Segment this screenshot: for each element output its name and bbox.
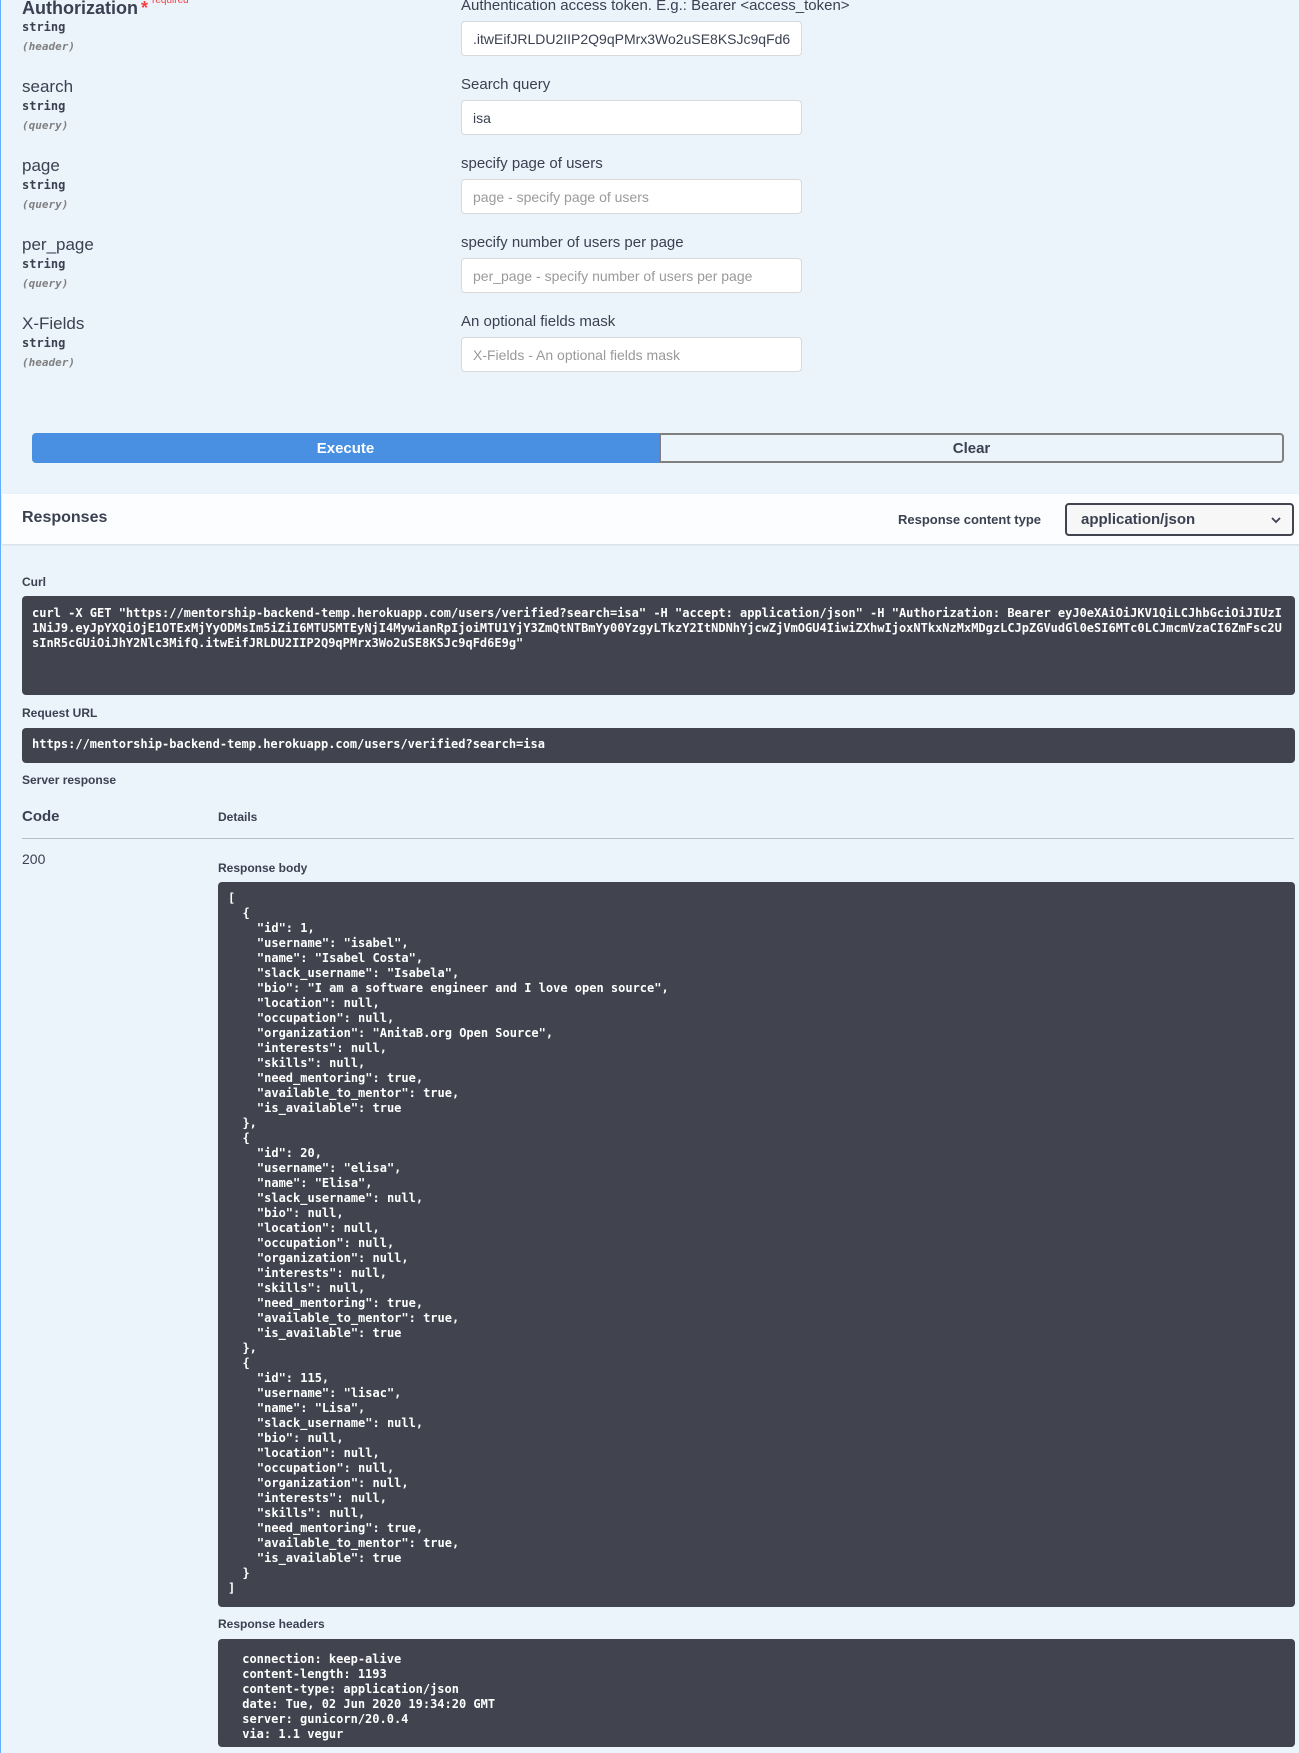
x-fields-input[interactable] <box>461 337 802 372</box>
parameters-table: Authorization * required string (header) A… <box>1 0 1299 400</box>
param-description: specify number of users per page <box>461 234 684 251</box>
status-code: 200 <box>22 851 46 867</box>
request-url[interactable]: https://mentorship-backend-temp.herokuap… <box>22 728 1295 763</box>
param-type: string <box>22 336 66 350</box>
response-body-label: Response body <box>218 861 308 875</box>
response-headers[interactable]: connection: keep-alive content-length: 1… <box>218 1639 1295 1747</box>
param-row-page: page string (query) specify page of user… <box>22 155 1282 235</box>
param-type: string <box>22 178 66 192</box>
search-input[interactable] <box>461 100 802 135</box>
required-star: * <box>140 0 148 18</box>
param-description: specify page of users <box>461 155 603 172</box>
operation-panel: Authorization * required string (header) A… <box>0 0 1299 1753</box>
table-divider <box>22 838 1294 839</box>
param-type: string <box>22 257 66 271</box>
curl-command[interactable]: curl -X GET "https://mentorship-backend-… <box>22 596 1295 695</box>
curl-label: Curl <box>22 575 46 589</box>
content-type-value: application/json <box>1081 511 1196 528</box>
content-type-select[interactable]: application/json <box>1065 503 1294 536</box>
content-type-label: Response content type <box>898 512 1042 527</box>
response-headers-label: Response headers <box>218 1617 325 1631</box>
param-location: (header) <box>22 356 75 369</box>
chevron-down-icon <box>1271 517 1281 524</box>
param-description: An optional fields mask <box>461 313 616 330</box>
execute-wrapper: Execute Clear <box>32 433 1284 463</box>
param-description: Search query <box>461 76 551 93</box>
code-column-header: Code <box>22 808 60 825</box>
param-type: string <box>22 99 66 113</box>
server-response-label: Server response <box>22 773 117 787</box>
execute-button[interactable]: Execute <box>32 433 659 463</box>
response-body[interactable]: [ { "id": 1, "username": "isabel", "name… <box>218 882 1295 1607</box>
param-row-x-fields: X-Fields string (header) An optional fie… <box>22 313 1282 393</box>
required-label: required <box>152 0 189 6</box>
param-location: (query) <box>22 277 69 290</box>
param-row-search: search string (query) Search query <box>22 76 1282 156</box>
page-input[interactable] <box>461 179 802 214</box>
authorization-input[interactable] <box>461 21 802 56</box>
param-type: string <box>22 20 66 34</box>
param-row-per-page: per_page string (query) specify number o… <box>22 234 1282 314</box>
per-page-input[interactable] <box>461 258 802 293</box>
responses-header: Responses Response content type applicat… <box>2 494 1299 544</box>
param-name: Authorization * required <box>22 0 189 19</box>
param-location: (query) <box>22 119 69 132</box>
param-name: page <box>22 156 60 175</box>
param-location: (header) <box>22 40 75 53</box>
request-url-label: Request URL <box>22 706 98 720</box>
param-description: Authentication access token. E.g.: Beare… <box>461 0 850 14</box>
param-row-authorization: Authorization * required string (header) A… <box>22 0 1282 77</box>
param-name: X-Fields <box>22 314 85 333</box>
details-column-header: Details <box>218 810 258 824</box>
responses-title: Responses <box>22 509 108 526</box>
clear-button[interactable]: Clear <box>659 433 1284 463</box>
param-name: search <box>22 77 74 96</box>
param-location: (query) <box>22 198 69 211</box>
param-name: per_page <box>22 235 94 254</box>
